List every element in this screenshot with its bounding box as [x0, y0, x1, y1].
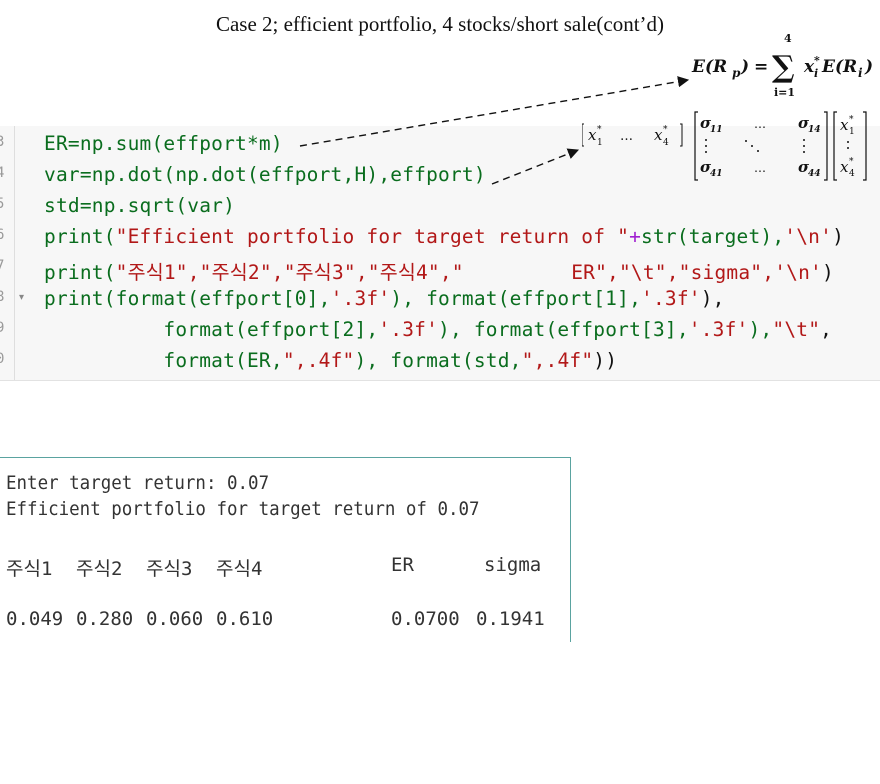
- line-gutter: 3 4 5 6 7 8 9 0: [0, 126, 15, 380]
- line-number: 4: [0, 165, 5, 181]
- svg-text:x: x: [588, 126, 597, 144]
- variance-matrix-formula: x 1 * … x 4 * σ 11 σ 14 σ 41 σ 44 … … x …: [582, 111, 867, 181]
- output-value: 0.060: [146, 608, 204, 630]
- svg-text:x: x: [654, 126, 663, 144]
- svg-text:1: 1: [597, 138, 603, 148]
- code-line: print(format(effport[0],'.3f'), format(e…: [44, 287, 725, 310]
- code-line: format(ER,",.4f"), format(std,",.4f")): [44, 349, 618, 372]
- svg-text:4: 4: [784, 32, 792, 45]
- line-number: 7: [0, 258, 5, 274]
- output-header: 주식4: [216, 558, 263, 580]
- svg-text:*: *: [814, 54, 820, 67]
- output-value: 0.049: [6, 608, 64, 630]
- svg-text:i: i: [814, 67, 818, 80]
- output-value: 0.610: [216, 608, 274, 630]
- code-line: format(effport[2],'.3f'), format(effport…: [44, 318, 833, 341]
- output-header: ER: [391, 554, 414, 576]
- line-number: 6: [0, 227, 5, 243]
- output-value: 0.0700: [391, 608, 460, 630]
- output-line: Enter target return: 0.07: [6, 472, 270, 494]
- fold-arrow-icon[interactable]: ▾: [19, 292, 24, 303]
- svg-text:*: *: [849, 157, 854, 167]
- svg-text:i=1: i=1: [774, 86, 795, 99]
- line-number: 3: [0, 134, 5, 150]
- svg-text:1: 1: [849, 127, 855, 137]
- svg-text:41: 41: [710, 169, 723, 179]
- output-header: sigma: [484, 554, 542, 576]
- svg-text:*: *: [663, 125, 668, 135]
- svg-text:=: =: [754, 57, 768, 77]
- svg-text:x: x: [840, 158, 849, 176]
- svg-text:11: 11: [710, 125, 723, 135]
- line-number: 0: [0, 351, 5, 367]
- line-number: 9: [0, 320, 5, 336]
- code-line: print("주식1","주식2","주식3","주식4"," ER","\t"…: [44, 261, 834, 284]
- svg-text:4: 4: [663, 138, 669, 148]
- line-number: 5: [0, 196, 5, 212]
- output-value: 0.1941: [476, 608, 545, 630]
- code-line: ER=np.sum(effport*m): [44, 132, 283, 155]
- svg-text:x: x: [840, 116, 849, 134]
- formula-lhs-sub: p: [732, 66, 741, 80]
- code-line: print("Efficient portfolio for target re…: [44, 225, 845, 248]
- svg-text:…: …: [754, 117, 766, 131]
- code-line: std=np.sqrt(var): [44, 194, 236, 217]
- expected-return-formula: E(R p ) = ∑ 4 i=1 x * i E(R i ): [691, 32, 873, 99]
- output-line: Efficient portfolio for target return of…: [6, 498, 480, 520]
- svg-text:*: *: [849, 115, 854, 125]
- output-value-row: 0.049 0.280 0.060 0.610 0.0700 0.1941: [6, 608, 545, 784]
- svg-text:44: 44: [808, 169, 821, 179]
- code-line: var=np.dot(np.dot(effport,H),effport): [44, 163, 486, 186]
- formula-lhs: E(R: [691, 57, 727, 77]
- line-number: 8: [0, 289, 5, 305]
- output-value: 0.280: [76, 608, 134, 630]
- svg-text:*: *: [597, 125, 602, 135]
- output-cell: Enter target return: 0.07 Efficient port…: [0, 457, 571, 642]
- svg-text:E(R: E(R: [821, 57, 857, 77]
- svg-text:i: i: [858, 66, 863, 80]
- svg-text:4: 4: [849, 169, 855, 179]
- output-header: 주식1: [6, 558, 53, 580]
- output-header: 주식3: [146, 558, 193, 580]
- svg-text:14: 14: [808, 125, 821, 135]
- svg-text:): ): [864, 57, 873, 77]
- sum-symbol: ∑: [772, 50, 795, 85]
- svg-text:…: …: [620, 129, 633, 144]
- output-header: 주식2: [76, 558, 123, 580]
- svg-text:): ): [740, 57, 749, 77]
- svg-text:…: …: [754, 161, 766, 175]
